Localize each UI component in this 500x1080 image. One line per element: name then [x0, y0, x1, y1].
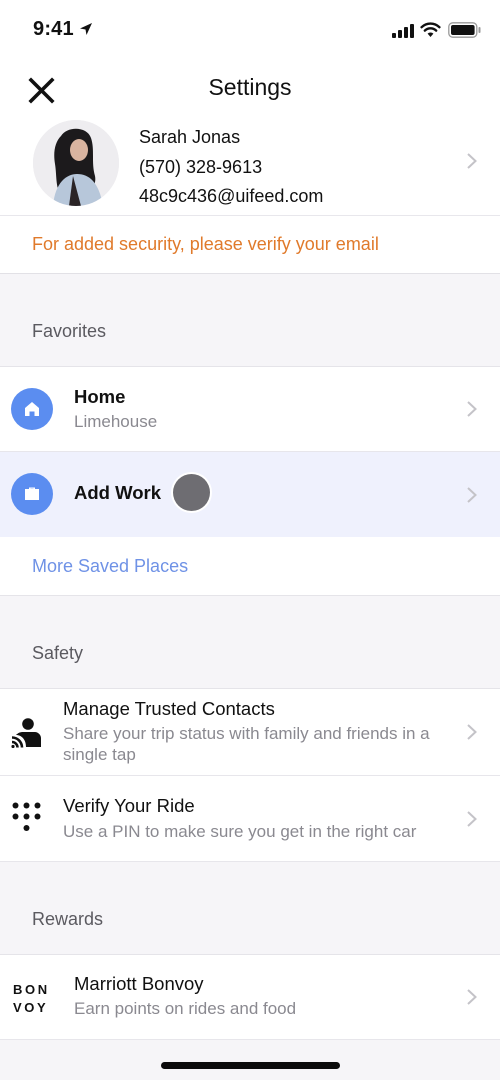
- section-title: Favorites: [32, 321, 107, 341]
- row-title: Home: [74, 386, 126, 407]
- nav-bar: Settings: [0, 62, 500, 118]
- location-arrow-icon: [80, 23, 92, 35]
- row-title: Manage Trusted Contacts: [63, 698, 275, 719]
- bonvoy-logo-line2: VOY: [13, 1000, 49, 1015]
- home-icon: [25, 402, 39, 416]
- touch-indicator: [173, 474, 210, 511]
- trusted-contacts-row[interactable]: Manage Trusted Contacts Share your trip …: [0, 689, 500, 776]
- wifi-icon: [420, 22, 441, 37]
- row-subtitle: Earn points on rides and food: [74, 999, 297, 1018]
- profile-email: 48c9c436@uifeed.com: [139, 186, 324, 206]
- more-saved-places-row: More Saved Places: [0, 537, 500, 596]
- bonvoy-logo-icon: BON VOY: [13, 981, 53, 1017]
- row-title: Marriott Bonvoy: [74, 973, 204, 994]
- home-indicator[interactable]: [161, 1062, 340, 1069]
- profile-row[interactable]: Sarah Jonas (570) 328-9613 48c9c436@uife…: [0, 118, 500, 216]
- more-saved-places-link[interactable]: More Saved Places: [32, 556, 188, 577]
- briefcase-icon: [25, 487, 39, 500]
- row-subtitle: Limehouse: [74, 412, 158, 431]
- chevron-right-icon: [467, 989, 477, 1005]
- section-header-favorites: Favorites: [0, 274, 500, 367]
- battery-icon: [448, 22, 481, 38]
- status-bar: 9:41: [0, 0, 500, 62]
- profile-phone: (570) 328-9613: [139, 156, 263, 177]
- profile-name: Sarah Jonas: [139, 127, 241, 147]
- chevron-right-icon: [467, 487, 477, 503]
- section-title: Safety: [32, 643, 84, 663]
- work-icon-badge: [11, 473, 53, 515]
- row-subtitle: Share your trip status with family and f…: [63, 724, 430, 764]
- row-title: Verify Your Ride: [63, 795, 195, 816]
- chevron-right-icon: [467, 153, 477, 169]
- page-title: Settings: [208, 74, 292, 100]
- pin-keypad-icon: [12, 802, 41, 831]
- cellular-signal-icon: [392, 24, 414, 38]
- section-header-rewards: Rewards: [0, 862, 500, 955]
- chevron-right-icon: [467, 811, 477, 827]
- trusted-contacts-icon: [11, 718, 41, 748]
- section-header-safety: Safety: [0, 596, 500, 689]
- row-subtitle: Use a PIN to make sure you get in the ri…: [63, 822, 417, 841]
- home-icon-badge: [11, 388, 53, 430]
- verify-email-link[interactable]: For added security, please verify your e…: [32, 234, 379, 255]
- verify-email-notice: For added security, please verify your e…: [0, 216, 500, 274]
- avatar: [33, 120, 119, 206]
- marriott-bonvoy-row[interactable]: BON VOY Marriott Bonvoy Earn points on r…: [0, 955, 500, 1040]
- bonvoy-logo-line1: BON: [13, 982, 50, 997]
- section-title: Rewards: [32, 909, 104, 929]
- favorite-home-row[interactable]: Home Limehouse: [0, 367, 500, 452]
- chevron-right-icon: [467, 724, 477, 740]
- favorite-add-work-row[interactable]: Add Work: [0, 452, 500, 537]
- chevron-right-icon: [467, 401, 477, 417]
- row-title: Add Work: [74, 482, 162, 503]
- verify-ride-row[interactable]: Verify Your Ride Use a PIN to make sure …: [0, 776, 500, 862]
- status-time: 9:41: [33, 18, 74, 40]
